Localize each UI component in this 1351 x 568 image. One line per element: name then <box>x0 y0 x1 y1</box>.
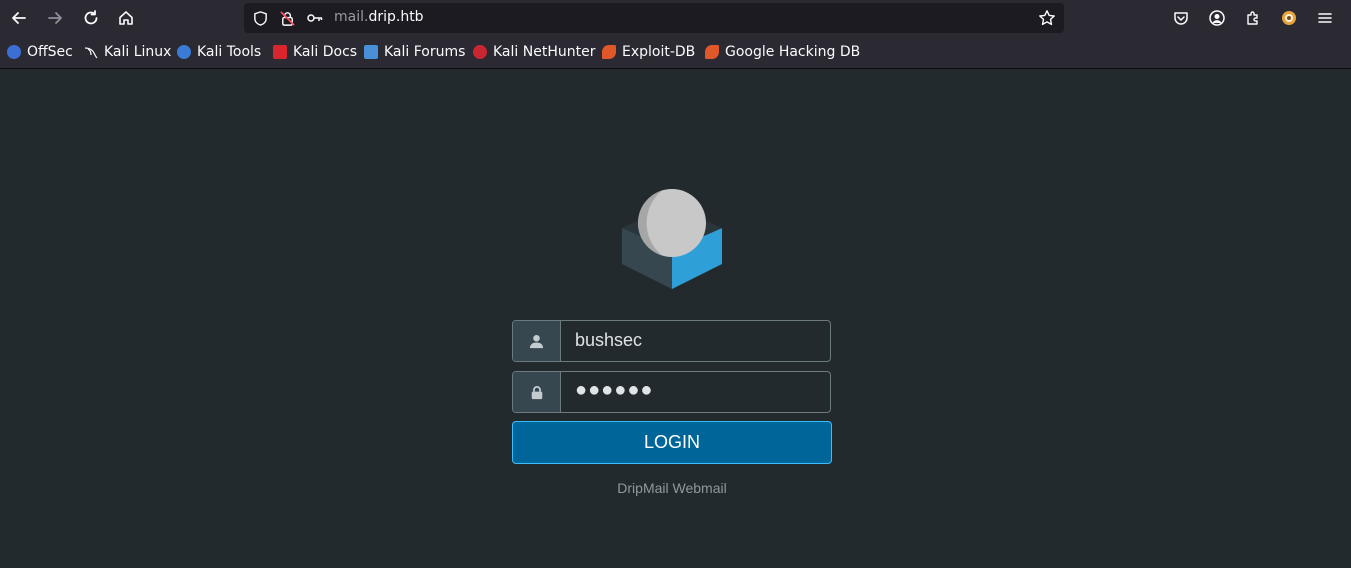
pocket-button[interactable] <box>1168 5 1194 31</box>
bookmark-offsec[interactable]: OffSec <box>7 43 73 61</box>
extension-avatar-icon <box>1282 11 1296 25</box>
bookmarks-toolbar: OffSec Kali Linux Kali Tools Kali Docs K… <box>0 35 1351 69</box>
hamburger-menu-icon <box>1318 13 1332 23</box>
shield-icon[interactable] <box>251 9 269 27</box>
account-icon <box>1209 10 1225 26</box>
reload-icon <box>84 10 98 25</box>
bookmark-label: Kali NetHunter <box>493 44 596 60</box>
product-name: DripMail Webmail <box>617 480 727 496</box>
bookmark-label: Kali Linux <box>104 44 172 60</box>
bookmark-label: Exploit-DB <box>622 44 696 60</box>
arrow-right-icon <box>48 12 62 24</box>
bookmark-exploit-db[interactable]: Exploit-DB <box>602 43 695 61</box>
bookmark-kali-forums[interactable]: Kali Forums <box>364 43 465 61</box>
back-button[interactable] <box>6 5 32 31</box>
exploit-db-icon <box>602 45 616 59</box>
user-icon <box>513 321 561 361</box>
url-text[interactable]: mail.drip.htb <box>334 9 424 25</box>
roundcube-logo-icon <box>622 189 722 289</box>
reload-button[interactable] <box>78 5 104 31</box>
menu-button[interactable] <box>1312 5 1338 31</box>
account-button[interactable] <box>1204 5 1230 31</box>
username-field[interactable]: bushsec <box>512 320 831 362</box>
key-icon[interactable] <box>306 9 324 27</box>
password-mask: ●●●●●● <box>575 379 654 401</box>
arrow-left-icon <box>12 12 26 24</box>
roundcube-logo <box>620 188 724 290</box>
bookmark-label: Google Hacking DB <box>725 44 861 60</box>
kali-forums-icon <box>364 45 378 59</box>
home-button[interactable] <box>113 5 139 31</box>
puzzle-icon <box>1247 11 1258 25</box>
bookmark-label: Kali Docs <box>293 44 358 60</box>
login-button[interactable]: LOGIN <box>512 421 832 464</box>
bookmark-google-hacking-db[interactable]: Google Hacking DB <box>705 43 860 61</box>
url-domain: drip.htb <box>368 9 424 25</box>
url-subdomain: mail. <box>334 9 369 25</box>
extensions-button[interactable] <box>1240 5 1266 31</box>
lock-icon <box>513 372 561 412</box>
bookmark-label: Kali Tools <box>197 44 262 60</box>
password-field[interactable]: ●●●●●● <box>512 371 831 413</box>
bookmark-label: OffSec <box>27 44 73 60</box>
url-bar[interactable]: mail.drip.htb <box>244 3 1064 33</box>
kali-dragon-icon <box>84 45 98 59</box>
bookmark-star-icon[interactable] <box>1038 9 1056 27</box>
forward-button[interactable] <box>42 5 68 31</box>
browser-toolbar: mail.drip.htb <box>0 0 1351 35</box>
bookmark-kali-linux[interactable]: Kali Linux <box>84 43 171 61</box>
bookmark-kali-docs[interactable]: Kali Docs <box>273 43 357 61</box>
offsec-favicon-icon <box>7 45 21 59</box>
kali-nethunter-icon <box>473 45 487 59</box>
bookmark-kali-tools[interactable]: Kali Tools <box>177 43 261 61</box>
kali-tools-icon <box>177 45 191 59</box>
bookmark-label: Kali Forums <box>384 44 466 60</box>
username-value: bushsec <box>575 330 643 350</box>
pocket-icon <box>1174 12 1188 25</box>
kali-docs-icon <box>273 45 287 59</box>
insecure-lock-icon[interactable] <box>278 9 296 27</box>
bookmark-kali-nethunter[interactable]: Kali NetHunter <box>473 43 595 61</box>
home-icon <box>119 11 133 25</box>
ghdb-icon <box>705 45 719 59</box>
extension-avatar-button[interactable] <box>1276 5 1302 31</box>
